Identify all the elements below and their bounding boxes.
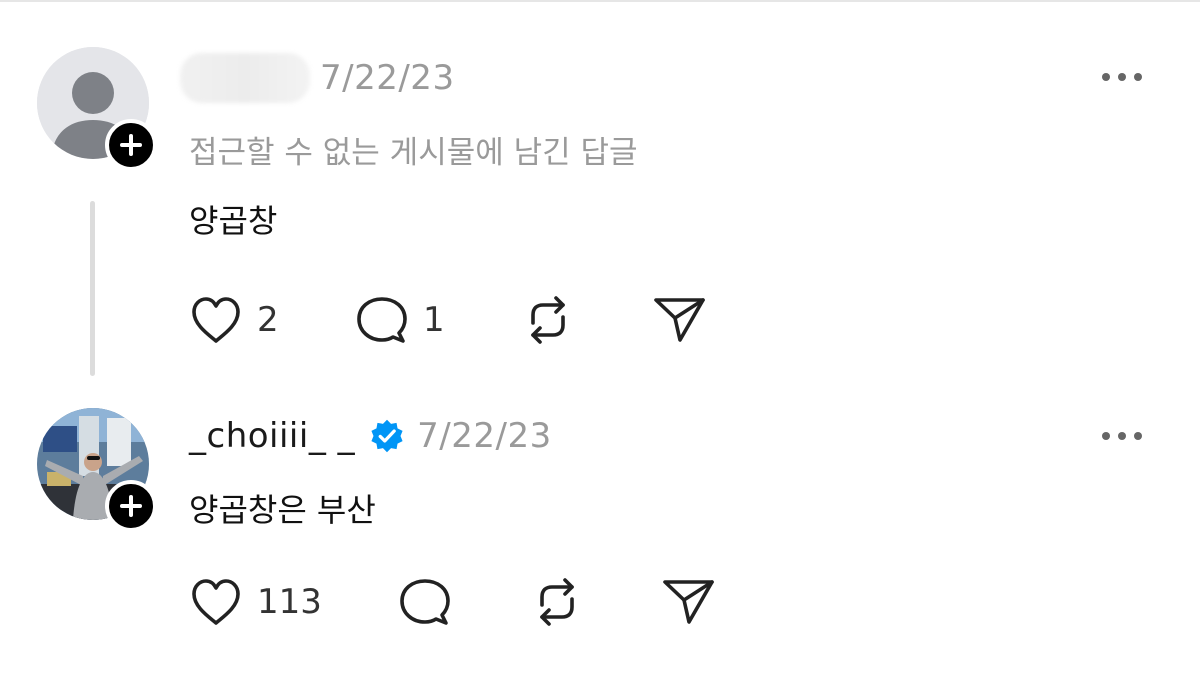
repost-button[interactable] [521, 293, 575, 347]
like-button[interactable]: 113 [189, 576, 322, 628]
reply-post-1: 7/22/23 접근할 수 없는 게시물에 남긴 답글 양곱창 2 1 [0, 0, 1200, 395]
share-button[interactable] [653, 294, 707, 344]
plus-icon [120, 134, 142, 156]
heart-icon [192, 579, 240, 625]
send-icon [663, 580, 714, 624]
like-count: 113 [257, 582, 322, 622]
follow-button[interactable] [105, 119, 157, 171]
post-text: 양곱창 [189, 202, 278, 240]
reply-post-2: _choiiii_ _ 7/22/23 양곱창은 부산 113 [0, 395, 1200, 673]
post-text: 양곱창은 부산 [189, 491, 376, 529]
avatar-group[interactable] [37, 47, 157, 171]
thread-line [90, 201, 95, 376]
share-button[interactable] [662, 576, 716, 626]
username-redacted[interactable] [180, 53, 310, 103]
repost-button[interactable] [530, 575, 584, 629]
send-icon [654, 298, 705, 342]
more-dots-icon [1102, 73, 1110, 81]
repost-icon [531, 296, 565, 344]
meta-row: 7/22/23 [180, 52, 455, 104]
like-button[interactable]: 2 [189, 294, 279, 346]
timestamp: 7/22/23 [320, 58, 455, 98]
avatar-group[interactable] [37, 408, 157, 532]
reply-context-note[interactable]: 접근할 수 없는 게시물에 남긴 답글 [189, 127, 638, 172]
comment-bubble-icon [357, 297, 407, 343]
comment-bubble-icon [400, 579, 450, 625]
more-options-button[interactable] [1102, 432, 1142, 440]
heart-icon [192, 297, 240, 343]
comment-count: 1 [423, 300, 445, 340]
username[interactable]: _choiiii_ _ [189, 416, 355, 456]
repost-icon [540, 578, 574, 626]
like-count: 2 [257, 300, 279, 340]
comment-button[interactable]: 1 [355, 294, 445, 346]
timestamp: 7/22/23 [417, 416, 552, 456]
plus-icon [120, 495, 142, 517]
comment-button[interactable] [398, 576, 452, 628]
meta-row: _choiiii_ _ 7/22/23 [189, 410, 552, 462]
follow-button[interactable] [105, 480, 157, 532]
verified-badge-icon [371, 419, 403, 453]
more-options-button[interactable] [1102, 73, 1142, 81]
more-dots-icon [1102, 432, 1110, 440]
